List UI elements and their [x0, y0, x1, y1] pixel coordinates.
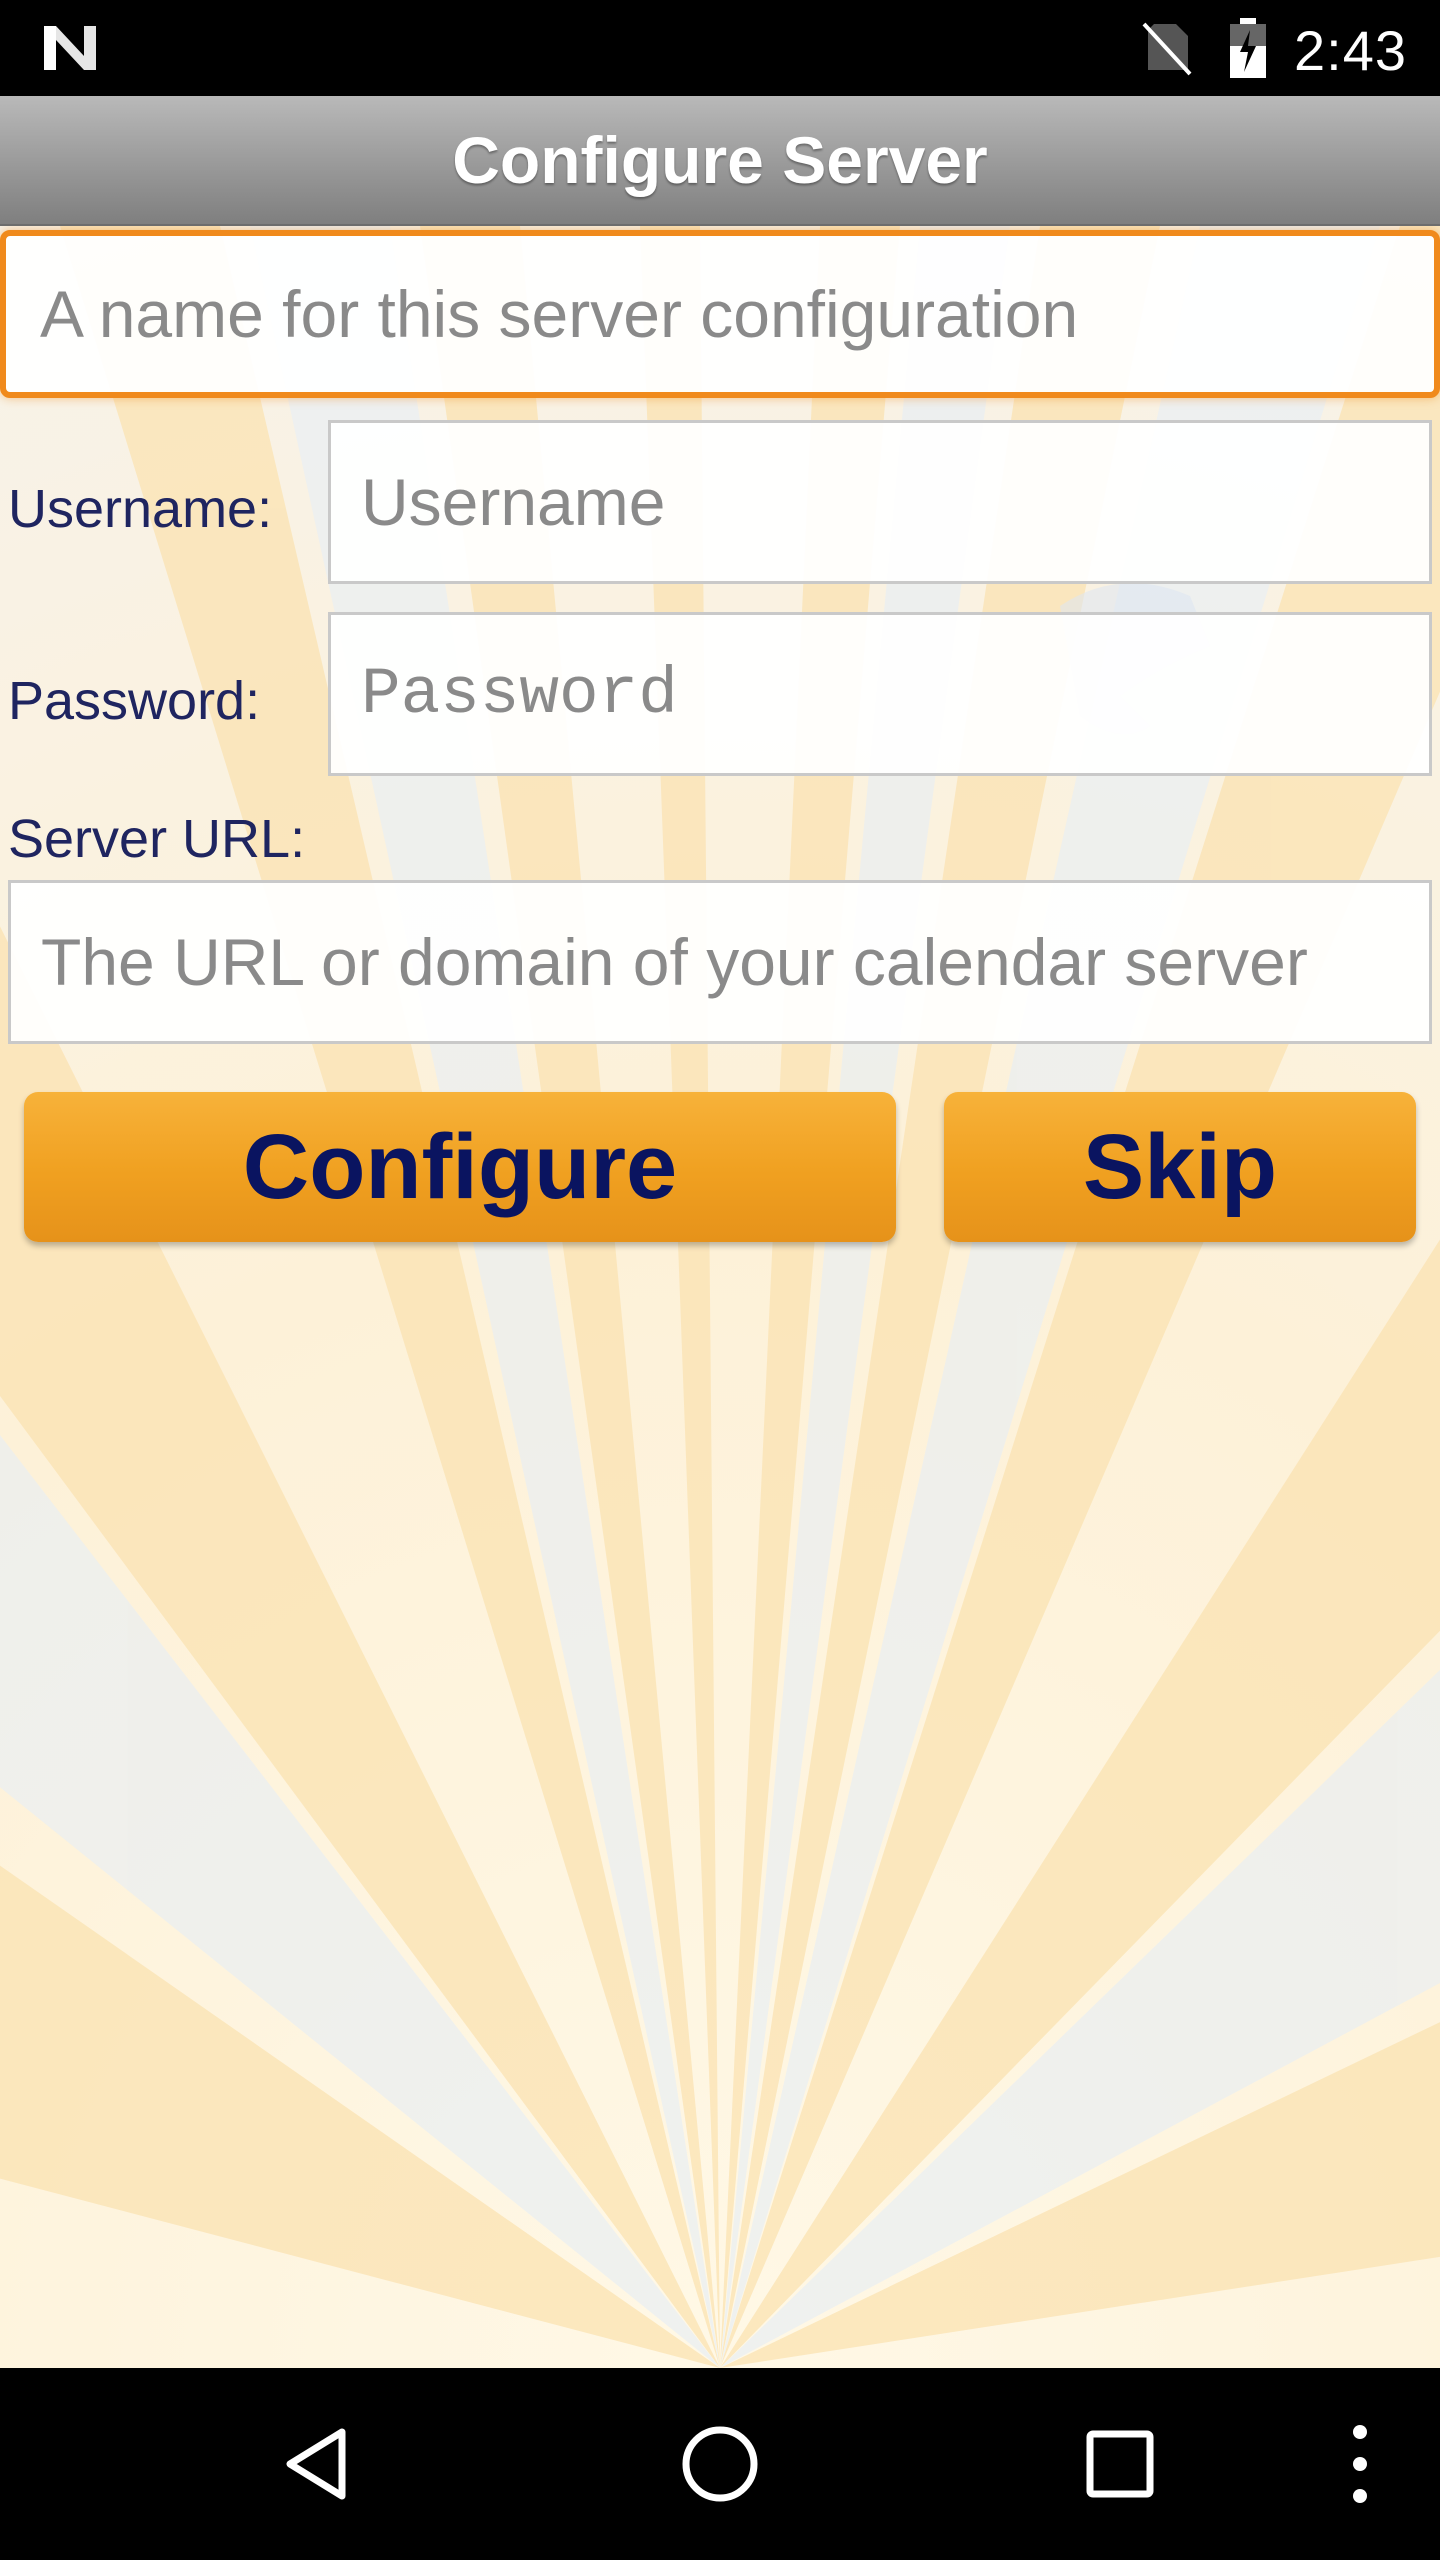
home-button[interactable] [640, 2368, 800, 2560]
username-label: Username: [8, 479, 273, 539]
battery-charging-icon [1230, 18, 1266, 78]
status-time: 2:43 [1294, 19, 1407, 82]
recents-button[interactable] [1040, 2368, 1200, 2560]
title-bar: Configure Server [0, 96, 1440, 226]
status-bar: 2:43 [0, 0, 1440, 96]
password-input[interactable]: Password [328, 612, 1432, 776]
password-label: Password: [8, 671, 261, 731]
skip-button-label: Skip [1082, 1115, 1278, 1218]
form-area: A name for this server configuration Use… [0, 226, 1440, 2368]
navigation-bar [0, 2368, 1440, 2560]
config-name-placeholder: A name for this server configuration [40, 277, 1079, 351]
username-placeholder: Username [361, 465, 666, 539]
config-name-input[interactable]: A name for this server configuration [0, 230, 1440, 398]
server-url-label: Server URL: [8, 809, 306, 869]
more-options-icon [1353, 2425, 1367, 2503]
configure-button[interactable]: Configure [24, 1092, 896, 1242]
server-url-input[interactable]: The URL or domain of your calendar serve… [8, 880, 1432, 1044]
notification-n-icon [44, 26, 96, 70]
configure-button-label: Configure [242, 1115, 678, 1218]
password-placeholder: Password [361, 656, 678, 732]
page-title: Configure Server [452, 123, 988, 197]
back-button[interactable] [240, 2368, 400, 2560]
no-sim-icon [1142, 22, 1192, 76]
home-icon [682, 2426, 758, 2502]
username-input[interactable]: Username [328, 420, 1432, 584]
skip-button[interactable]: Skip [944, 1092, 1416, 1242]
more-options-button[interactable] [1320, 2368, 1400, 2560]
back-icon [286, 2428, 346, 2500]
server-url-placeholder: The URL or domain of your calendar serve… [41, 925, 1308, 999]
recents-icon [1086, 2430, 1154, 2498]
